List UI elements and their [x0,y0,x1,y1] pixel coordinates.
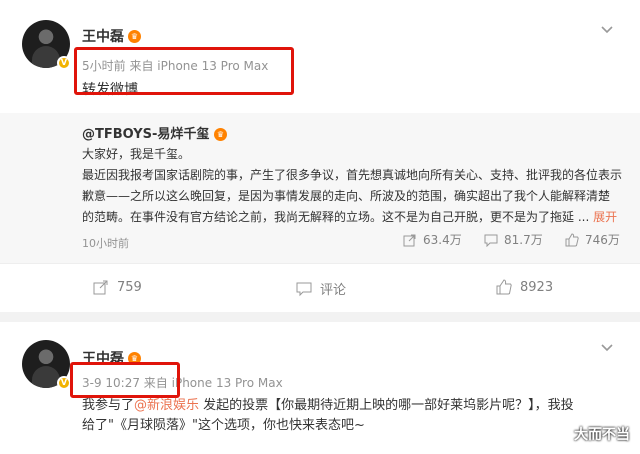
mention-link[interactable]: @新浪娱乐 [134,398,199,413]
share-icon [93,280,108,295]
repost-time: 10小时前 [82,237,129,250]
weibo-post-card: V 王中磊 ♛ 5小时前 来自 iPhone 13 Pro Max 转发微博 @… [0,0,640,312]
repost-block[interactable]: @TFBOYS-易烊千玺 ♛ 大家好，我是千玺。 最近因我报考国家话剧院的事，产… [0,113,640,263]
post-text: 我参与了@新浪娱乐 发起的投票【你最期待近期上映的哪一部好莱坞影片呢？】，我投 … [82,398,574,433]
post-action-bar: 759 评论 8923 [0,263,640,312]
comment-icon [296,282,312,296]
repost-line: 最近因我报考国家话剧院的事，产生了很多争议，首先想真诚地向所有关心、支持、批评我… [82,168,623,182]
chevron-down-icon[interactable] [600,340,614,354]
repost-like-stat[interactable]: 746万 [565,231,620,248]
member-crown-icon: ♛ [128,30,141,43]
watermark: 大而不当 [574,427,630,443]
highlight-box [74,47,294,95]
repost-line: 歉意——之所以这么晚回复，是因为事情发展的走向、所波及的范围，确实超出了我个人能… [82,189,611,203]
repost-comment-stat[interactable]: 81.7万 [484,231,543,248]
verified-badge-icon: V [57,56,71,70]
verified-badge-icon: V [57,376,71,390]
expand-link[interactable]: 展开 [593,210,617,224]
repost-line: 大家好，我是千玺。 [82,147,191,161]
comment-icon [484,234,498,247]
like-button[interactable]: 8923 [496,279,553,295]
repost-author[interactable]: @TFBOYS-易烊千玺 ♛ [82,123,227,142]
author-name[interactable]: 王中磊 [82,26,124,46]
thumbs-up-icon [496,279,512,295]
chevron-down-icon[interactable] [600,22,614,36]
highlight-box [70,362,180,398]
share-icon [403,234,416,246]
member-crown-icon: ♛ [213,128,227,141]
comment-button[interactable]: 评论 [296,279,346,298]
weibo-post-card: V 王中磊 ♛ 3-9 10:27 来自 iPhone 13 Pro Max 我… [0,322,640,454]
repost-button[interactable]: 759 [93,279,142,295]
repost-share-stat[interactable]: 63.4万 [403,231,462,248]
repost-line-last: 的范畴。在事件没有官方结论之前，我尚无解释的立场。这不是为自己开脱，更不是为了拖… [82,210,618,224]
thumbs-up-icon [565,232,579,246]
